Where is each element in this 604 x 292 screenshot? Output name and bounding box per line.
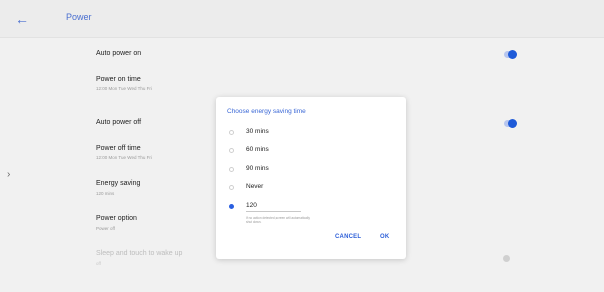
setting-label: Auto power off <box>96 119 142 126</box>
auto-power-on-toggle[interactable] <box>504 50 517 59</box>
radio-button[interactable] <box>229 130 234 135</box>
option-label: 30 mins <box>246 128 269 135</box>
auto-power-off-toggle[interactable] <box>504 119 517 128</box>
setting-label: Power on time <box>96 76 141 83</box>
setting-label: Sleep and touch to wake up <box>96 250 183 257</box>
setting-label: Auto power on <box>96 50 142 57</box>
setting-value: 12:00 Mon Tue Wed Thu Fri <box>96 86 152 91</box>
option-label: Never <box>246 183 264 190</box>
option-90-mins[interactable]: 90 mins <box>216 162 406 178</box>
setting-label: Power option <box>96 215 137 222</box>
dialog-title: Choose energy saving time <box>227 108 306 115</box>
radio-button[interactable] <box>229 185 234 190</box>
sleep-touch-toggle <box>501 255 513 262</box>
top-app-bar: ← Power <box>0 0 604 38</box>
setting-value: off <box>96 261 101 266</box>
option-label: 90 mins <box>246 165 269 172</box>
option-label: 60 mins <box>246 146 269 153</box>
hint-text: If no action detected,screen will automa… <box>246 216 310 224</box>
setting-label: Power off time <box>96 145 141 152</box>
setting-value: 120 mins <box>96 191 115 196</box>
option-never[interactable]: Never <box>216 180 406 196</box>
radio-button[interactable] <box>229 167 234 172</box>
setting-value: 12:00 Mon Tue Wed Thu Fri <box>96 155 152 160</box>
arrow-left-icon[interactable]: ← <box>14 11 30 27</box>
energy-saving-dialog: Choose energy saving time 30 mins 60 min… <box>216 97 406 259</box>
page-title: Power <box>66 12 92 22</box>
radio-button[interactable] <box>229 148 234 153</box>
ok-button[interactable]: OK <box>380 234 389 240</box>
setting-value: Power off <box>96 226 115 231</box>
chevron-right-icon[interactable]: › <box>7 169 10 180</box>
option-60-mins[interactable]: 60 mins <box>216 143 406 159</box>
custom-minutes-input[interactable] <box>246 200 301 212</box>
cancel-button[interactable]: CANCEL <box>335 234 361 240</box>
radio-button-custom[interactable] <box>229 204 234 209</box>
option-30-mins[interactable]: 30 mins <box>216 125 406 141</box>
setting-label: Energy saving <box>96 180 141 187</box>
